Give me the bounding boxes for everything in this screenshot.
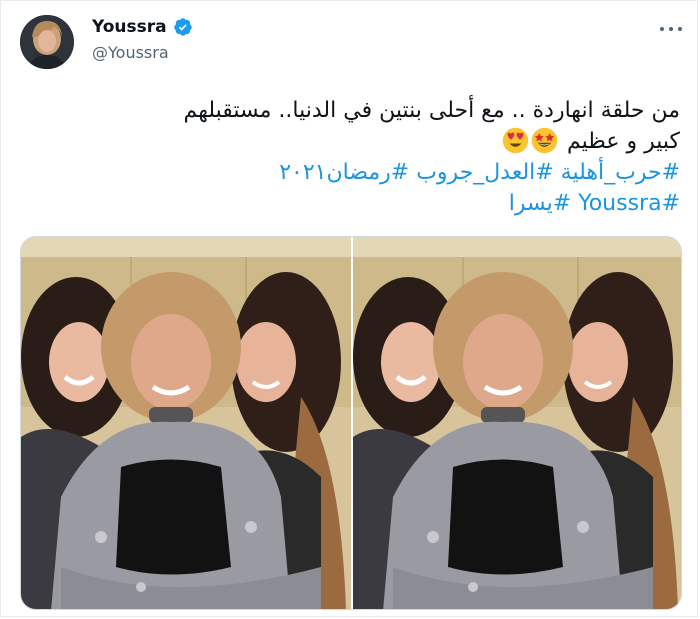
profile-avatar[interactable] (20, 15, 74, 69)
verified-badge-icon (173, 18, 192, 36)
author-name-row: Youssra (92, 17, 193, 37)
dot-icon (660, 27, 664, 31)
photo-1[interactable] (21, 237, 351, 609)
photo-2[interactable] (353, 237, 681, 609)
tweet-text-line-2: كبير و عظيم (120, 126, 680, 157)
more-options-icon[interactable] (660, 20, 682, 38)
dot-icon (669, 27, 673, 31)
hashtags-line-2[interactable]: #Youssra #يسرا (120, 188, 680, 219)
tweet-text-line-2-text: كبير و عظيم (567, 129, 680, 154)
heart-eyes-emoji (502, 127, 529, 154)
star-struck-emoji (531, 127, 558, 154)
tweet-media[interactable] (20, 236, 682, 610)
dot-icon (678, 27, 682, 31)
tweet-text: من حلقة انهاردة .. مع أحلى بنتين في الدن… (120, 95, 680, 219)
author-handle[interactable]: @Youssra (92, 43, 169, 62)
photo-image (21, 237, 351, 609)
tweet-text-line-1: من حلقة انهاردة .. مع أحلى بنتين في الدن… (183, 98, 680, 123)
author-display-name[interactable]: Youssra (92, 17, 167, 37)
avatar-image (20, 15, 74, 69)
hashtags-line-1[interactable]: #حرب_أهلية #العدل_جروب #رمضان٢٠٢١ (120, 157, 680, 188)
photo-image (353, 237, 681, 609)
